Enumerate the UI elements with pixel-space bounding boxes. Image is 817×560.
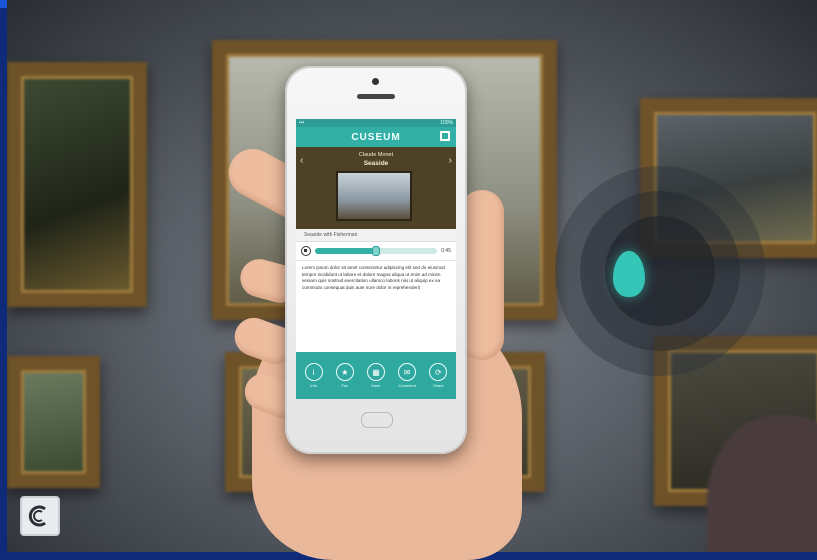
- info-icon: i: [304, 363, 323, 381]
- toolbar-label: Share: [433, 383, 444, 388]
- smartphone: ••• 100% CUSEUM ‹ › Claude Monet Seaside…: [285, 66, 467, 454]
- painting-frame-left-bottom: [7, 356, 100, 488]
- share-icon: ⟳: [429, 363, 448, 381]
- audio-progress-knob[interactable]: [372, 246, 381, 256]
- toolbar-gallery[interactable]: ▦ More: [366, 363, 385, 388]
- signal-indicator: •••: [299, 120, 305, 126]
- app-header: CUSEUM: [296, 127, 456, 147]
- menu-square-icon[interactable]: [440, 131, 450, 141]
- audio-time: 0:45: [441, 248, 451, 254]
- speaker-grille: [357, 94, 395, 99]
- star-icon: ★: [335, 363, 354, 381]
- app-title: CUSEUM: [351, 131, 401, 143]
- play-stop-icon[interactable]: [301, 246, 311, 256]
- status-bar: ••• 100%: [296, 119, 456, 127]
- artwork-description: Lorem ipsum dolor sit amet consectetur a…: [302, 265, 445, 290]
- bottom-toolbar: i Info ★ Fav ▦ More ✉ Comment ⟳ Share: [296, 352, 456, 399]
- audio-player: 0:45: [296, 242, 456, 261]
- artwork-caption: Seaside with Fisherman: [296, 229, 456, 242]
- artwork-thumbnail[interactable]: [336, 171, 412, 221]
- chat-icon: ✉: [398, 363, 417, 381]
- audio-progress-fill: [315, 248, 377, 254]
- toolbar-favorite[interactable]: ★ Fav: [335, 363, 354, 388]
- toolbar-share[interactable]: ⟳ Share: [429, 363, 448, 388]
- toolbar-label: Info: [310, 383, 317, 388]
- home-button[interactable]: [361, 412, 393, 428]
- cuseum-logo-icon: [20, 496, 60, 536]
- toolbar-label: More: [371, 383, 381, 388]
- toolbar-info[interactable]: i Info: [304, 363, 323, 388]
- artwork-header: ‹ › Claude Monet Seaside: [296, 147, 456, 229]
- gallery-icon: ▦: [366, 363, 385, 381]
- painting-frame-left: [7, 62, 147, 307]
- toolbar-label: Fav: [341, 383, 349, 388]
- toolbar-comment[interactable]: ✉ Comment: [398, 363, 417, 388]
- toolbar-label: Comment: [398, 383, 416, 388]
- camera-icon: [372, 78, 379, 85]
- beacon-icon: [613, 251, 645, 297]
- logo-glyph: [28, 505, 46, 527]
- audio-progress-track[interactable]: [315, 246, 438, 256]
- battery-indicator: 100%: [440, 120, 453, 126]
- phone-screen: ••• 100% CUSEUM ‹ › Claude Monet Seaside…: [296, 119, 456, 399]
- artist-name: Claude Monet: [358, 152, 394, 158]
- artwork-title: Seaside: [363, 160, 389, 167]
